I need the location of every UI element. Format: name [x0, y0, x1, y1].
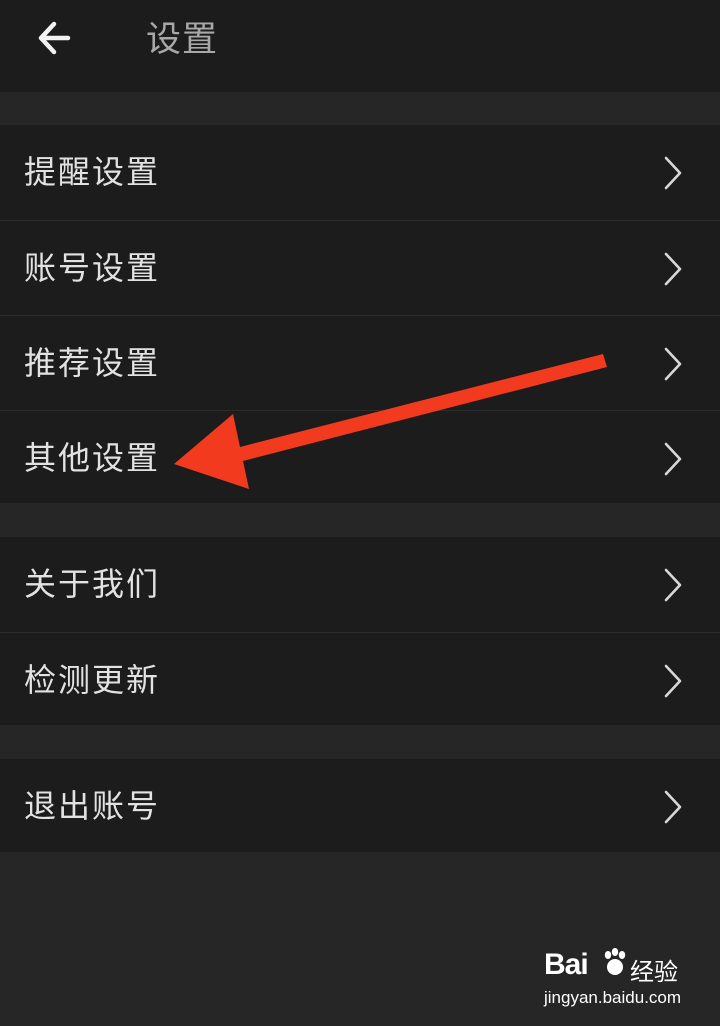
menu-item-about-us[interactable]: 关于我们 [0, 537, 720, 632]
arrow-left-icon [38, 21, 71, 55]
settings-group-logout: 退出账号 [0, 759, 720, 852]
menu-item-label: 检测更新 [24, 661, 161, 699]
watermark-cn-text: 经验 [630, 958, 678, 986]
menu-item-check-update[interactable]: 检测更新 [0, 632, 720, 727]
baidu-jingyan-watermark: Bai 经验 jingyan.baidu.com [544, 948, 684, 1012]
chevron-right-icon [664, 442, 682, 476]
menu-item-label: 退出账号 [24, 787, 161, 825]
settings-group-main: 提醒设置 账号设置 推荐设置 其他设置 [0, 125, 720, 503]
menu-item-label: 推荐设置 [24, 344, 161, 382]
menu-item-logout[interactable]: 退出账号 [0, 759, 720, 854]
page-title: 设置 [146, 20, 219, 60]
menu-item-recommend-settings[interactable]: 推荐设置 [0, 315, 720, 410]
menu-item-label: 提醒设置 [24, 153, 161, 191]
chevron-right-icon [664, 664, 682, 698]
chevron-right-icon [664, 252, 682, 286]
chevron-right-icon [664, 347, 682, 381]
settings-group-about: 关于我们 检测更新 [0, 537, 720, 725]
chevron-right-icon [664, 568, 682, 602]
settings-screen: 设置 提醒设置 账号设置 推荐设置 其他设置 关于我们 检测更新 退出账号 Ba… [0, 0, 720, 1026]
paw-icon [604, 948, 626, 975]
watermark-url: jingyan.baidu.com [544, 988, 682, 1007]
back-button[interactable] [28, 14, 84, 62]
menu-item-label: 其他设置 [24, 439, 161, 477]
menu-item-other-settings[interactable]: 其他设置 [0, 410, 720, 505]
menu-item-label: 账号设置 [24, 249, 161, 287]
top-bar: 设置 [0, 0, 720, 92]
chevron-right-icon [664, 790, 682, 824]
menu-item-reminder-settings[interactable]: 提醒设置 [0, 125, 720, 220]
watermark-logo-text: Bai [544, 948, 589, 981]
menu-item-account-settings[interactable]: 账号设置 [0, 220, 720, 315]
menu-item-label: 关于我们 [24, 565, 161, 603]
chevron-right-icon [664, 156, 682, 190]
